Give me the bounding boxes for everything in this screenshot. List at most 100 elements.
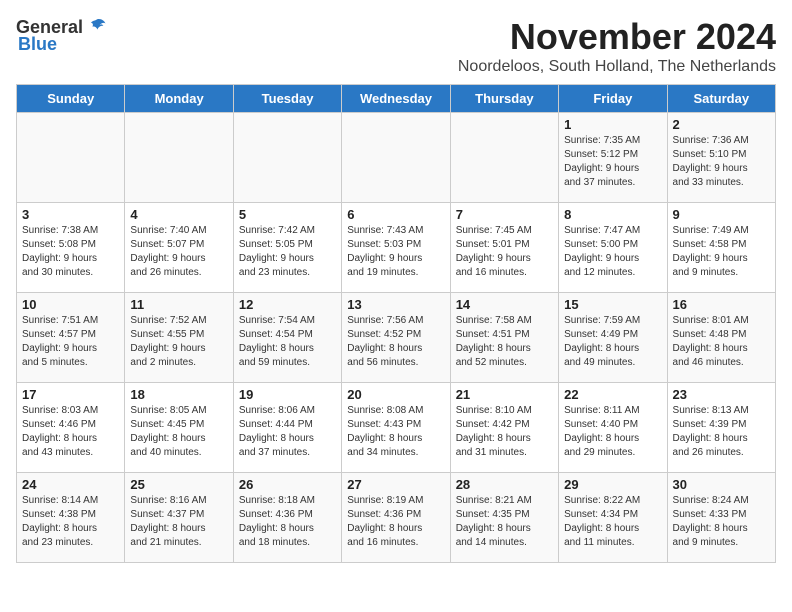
calendar-cell: 18Sunrise: 8:05 AM Sunset: 4:45 PM Dayli… xyxy=(125,383,233,473)
day-number: 11 xyxy=(130,297,227,312)
calendar-cell xyxy=(450,113,558,203)
day-number: 19 xyxy=(239,387,336,402)
calendar-cell: 27Sunrise: 8:19 AM Sunset: 4:36 PM Dayli… xyxy=(342,473,450,563)
calendar-week-row: 24 Sunrise: 8:14 AM Sunset: 4:38 PM Dayli… xyxy=(17,473,776,563)
calendar-cell: 29Sunrise: 8:22 AM Sunset: 4:34 PM Dayli… xyxy=(559,473,667,563)
day-info: Sunrise: 7:58 AM Sunset: 4:51 PM Dayligh… xyxy=(456,314,553,370)
day-info: Sunrise: 7:51 AM Sunset: 4:57 PM Dayligh… xyxy=(22,314,119,370)
day-number: 4 xyxy=(130,207,227,222)
day-info: Sunrise: 7:45 AM Sunset: 5:01 PM Dayligh… xyxy=(456,224,553,280)
day-number: 7 xyxy=(456,207,553,222)
day-info: Sunrise: 7:54 AM Sunset: 4:54 PM Dayligh… xyxy=(239,314,336,370)
calendar-cell xyxy=(342,113,450,203)
column-header-saturday: Saturday xyxy=(667,85,775,113)
calendar-week-row: 17 Sunrise: 8:03 AM Sunset: 4:46 PM Dayli… xyxy=(17,383,776,473)
calendar-cell: 4 Sunrise: 7:40 AM Sunset: 5:07 PM Daylig… xyxy=(125,203,233,293)
day-number: 26 xyxy=(239,477,336,492)
day-number: 24 xyxy=(22,477,119,492)
day-number: 15 xyxy=(564,297,661,312)
calendar-cell: 2 Sunrise: 7:36 AM Sunset: 5:10 PM Daylig… xyxy=(667,113,775,203)
calendar-cell: 14 Sunrise: 7:58 AM Sunset: 4:51 PM Dayli… xyxy=(450,293,558,383)
calendar-cell xyxy=(233,113,341,203)
day-number: 6 xyxy=(347,207,444,222)
day-info: Sunrise: 7:35 AM Sunset: 5:12 PM Dayligh… xyxy=(564,134,661,190)
calendar-cell: 17 Sunrise: 8:03 AM Sunset: 4:46 PM Dayli… xyxy=(17,383,125,473)
day-info: Sunrise: 8:13 AM Sunset: 4:39 PM Dayligh… xyxy=(673,404,770,460)
day-number: 27 xyxy=(347,477,444,492)
calendar-cell: 7 Sunrise: 7:45 AM Sunset: 5:01 PM Daylig… xyxy=(450,203,558,293)
calendar-cell: 19Sunrise: 8:06 AM Sunset: 4:44 PM Dayli… xyxy=(233,383,341,473)
day-number: 17 xyxy=(22,387,119,402)
day-number: 10 xyxy=(22,297,119,312)
day-info: Sunrise: 8:01 AM Sunset: 4:48 PM Dayligh… xyxy=(673,314,770,370)
calendar-cell: 11 Sunrise: 7:52 AM Sunset: 4:55 PM Dayli… xyxy=(125,293,233,383)
day-number: 12 xyxy=(239,297,336,312)
column-header-friday: Friday xyxy=(559,85,667,113)
day-number: 5 xyxy=(239,207,336,222)
calendar-cell: 15Sunrise: 7:59 AM Sunset: 4:49 PM Dayli… xyxy=(559,293,667,383)
day-number: 2 xyxy=(673,117,770,132)
day-number: 20 xyxy=(347,387,444,402)
header: General Blue November 2024 Noordeloos, S… xyxy=(16,16,776,76)
day-info: Sunrise: 7:38 AM Sunset: 5:08 PM Dayligh… xyxy=(22,224,119,280)
calendar-week-row: 1 Sunrise: 7:35 AM Sunset: 5:12 PM Daylig… xyxy=(17,113,776,203)
calendar-cell: 22 Sunrise: 8:11 AM Sunset: 4:40 PM Dayli… xyxy=(559,383,667,473)
calendar-cell: 20 Sunrise: 8:08 AM Sunset: 4:43 PM Dayli… xyxy=(342,383,450,473)
calendar-cell: 21 Sunrise: 8:10 AM Sunset: 4:42 PM Dayli… xyxy=(450,383,558,473)
calendar-table: SundayMondayTuesdayWednesdayThursdayFrid… xyxy=(16,84,776,563)
day-number: 1 xyxy=(564,117,661,132)
day-number: 23 xyxy=(673,387,770,402)
calendar-cell: 24 Sunrise: 8:14 AM Sunset: 4:38 PM Dayli… xyxy=(17,473,125,563)
calendar-cell: 1 Sunrise: 7:35 AM Sunset: 5:12 PM Daylig… xyxy=(559,113,667,203)
day-info: Sunrise: 7:52 AM Sunset: 4:55 PM Dayligh… xyxy=(130,314,227,370)
calendar-cell: 9 Sunrise: 7:49 AM Sunset: 4:58 PM Daylig… xyxy=(667,203,775,293)
calendar-cell: 28 Sunrise: 8:21 AM Sunset: 4:35 PM Dayli… xyxy=(450,473,558,563)
logo: General Blue xyxy=(16,16,107,55)
day-info: Sunrise: 8:16 AM Sunset: 4:37 PM Dayligh… xyxy=(130,494,227,550)
calendar-cell: 13 Sunrise: 7:56 AM Sunset: 4:52 PM Dayli… xyxy=(342,293,450,383)
day-info: Sunrise: 7:42 AM Sunset: 5:05 PM Dayligh… xyxy=(239,224,336,280)
day-info: Sunrise: 8:22 AM Sunset: 4:34 PM Dayligh… xyxy=(564,494,661,550)
day-number: 8 xyxy=(564,207,661,222)
day-info: Sunrise: 8:10 AM Sunset: 4:42 PM Dayligh… xyxy=(456,404,553,460)
day-number: 16 xyxy=(673,297,770,312)
column-header-tuesday: Tuesday xyxy=(233,85,341,113)
column-header-sunday: Sunday xyxy=(17,85,125,113)
day-info: Sunrise: 8:11 AM Sunset: 4:40 PM Dayligh… xyxy=(564,404,661,460)
calendar-cell: 6 Sunrise: 7:43 AM Sunset: 5:03 PM Daylig… xyxy=(342,203,450,293)
calendar-cell xyxy=(17,113,125,203)
day-number: 3 xyxy=(22,207,119,222)
day-info: Sunrise: 7:36 AM Sunset: 5:10 PM Dayligh… xyxy=(673,134,770,190)
day-number: 14 xyxy=(456,297,553,312)
day-info: Sunrise: 8:18 AM Sunset: 4:36 PM Dayligh… xyxy=(239,494,336,550)
title-area: November 2024 Noordeloos, South Holland,… xyxy=(458,16,776,76)
day-number: 30 xyxy=(673,477,770,492)
calendar-cell: 23 Sunrise: 8:13 AM Sunset: 4:39 PM Dayli… xyxy=(667,383,775,473)
day-info: Sunrise: 7:47 AM Sunset: 5:00 PM Dayligh… xyxy=(564,224,661,280)
logo-bird-icon xyxy=(85,16,107,38)
day-number: 9 xyxy=(673,207,770,222)
calendar-cell: 25Sunrise: 8:16 AM Sunset: 4:37 PM Dayli… xyxy=(125,473,233,563)
column-header-wednesday: Wednesday xyxy=(342,85,450,113)
day-info: Sunrise: 7:49 AM Sunset: 4:58 PM Dayligh… xyxy=(673,224,770,280)
calendar-cell: 30Sunrise: 8:24 AM Sunset: 4:33 PM Dayli… xyxy=(667,473,775,563)
logo-blue: Blue xyxy=(18,34,57,55)
day-number: 28 xyxy=(456,477,553,492)
day-info: Sunrise: 8:21 AM Sunset: 4:35 PM Dayligh… xyxy=(456,494,553,550)
day-number: 21 xyxy=(456,387,553,402)
day-info: Sunrise: 7:43 AM Sunset: 5:03 PM Dayligh… xyxy=(347,224,444,280)
calendar-cell: 5 Sunrise: 7:42 AM Sunset: 5:05 PM Daylig… xyxy=(233,203,341,293)
day-info: Sunrise: 7:56 AM Sunset: 4:52 PM Dayligh… xyxy=(347,314,444,370)
day-number: 22 xyxy=(564,387,661,402)
column-header-monday: Monday xyxy=(125,85,233,113)
day-info: Sunrise: 7:40 AM Sunset: 5:07 PM Dayligh… xyxy=(130,224,227,280)
column-header-thursday: Thursday xyxy=(450,85,558,113)
day-info: Sunrise: 8:05 AM Sunset: 4:45 PM Dayligh… xyxy=(130,404,227,460)
month-title: November 2024 xyxy=(458,16,776,58)
day-number: 13 xyxy=(347,297,444,312)
day-info: Sunrise: 8:03 AM Sunset: 4:46 PM Dayligh… xyxy=(22,404,119,460)
calendar-header-row: SundayMondayTuesdayWednesdayThursdayFrid… xyxy=(17,85,776,113)
day-info: Sunrise: 8:08 AM Sunset: 4:43 PM Dayligh… xyxy=(347,404,444,460)
calendar-cell xyxy=(125,113,233,203)
day-info: Sunrise: 8:14 AM Sunset: 4:38 PM Dayligh… xyxy=(22,494,119,550)
